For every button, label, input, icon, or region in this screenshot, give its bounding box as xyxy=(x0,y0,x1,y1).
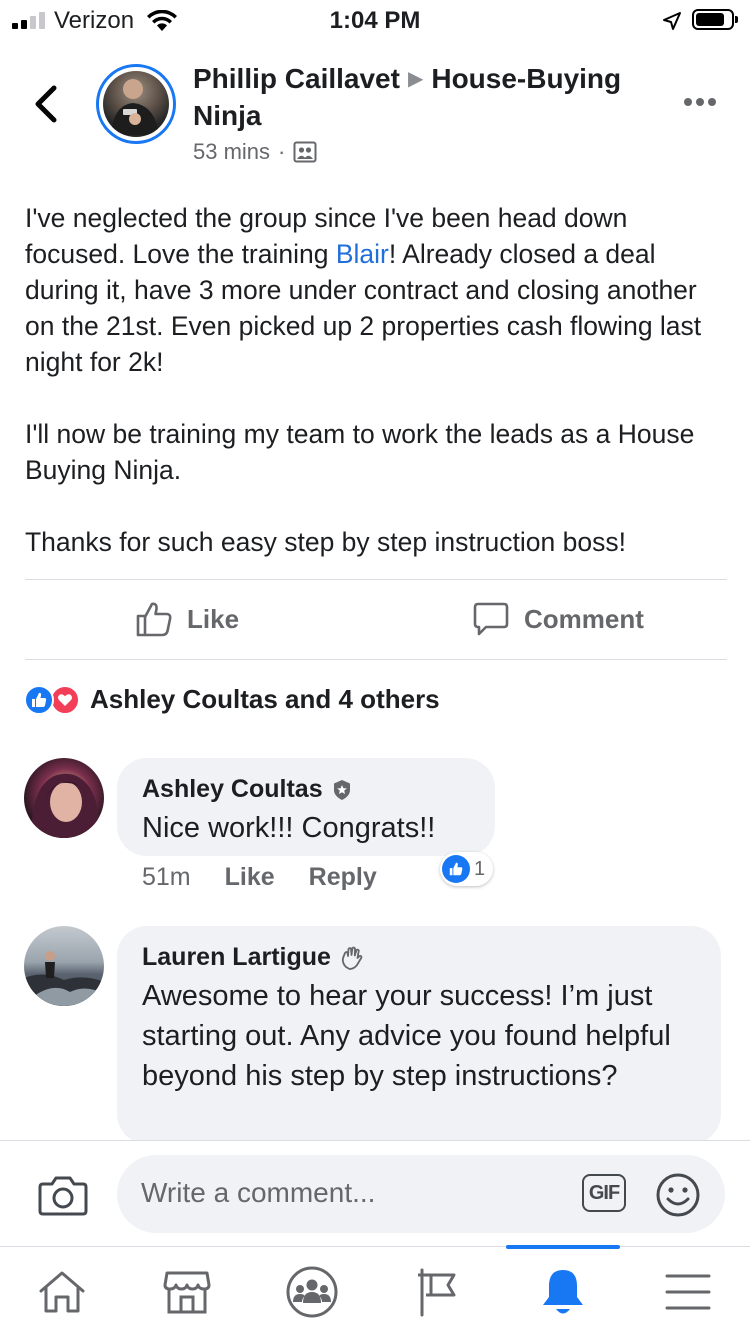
reaction-count: 1 xyxy=(474,857,486,880)
comment-meta: 51m Like Reply xyxy=(142,863,377,892)
comment-button[interactable]: Comment xyxy=(472,600,644,638)
comment-composer: Write a comment... GIF xyxy=(0,1140,750,1247)
tab-notifications[interactable] xyxy=(533,1265,593,1319)
like-reaction-icon xyxy=(24,684,54,715)
post-title: Phillip Caillavet ▶ House-Buying Ninja xyxy=(193,62,663,133)
comment-author-name[interactable]: Lauren Lartigue xyxy=(142,943,331,972)
author-name[interactable]: Phillip Caillavet xyxy=(193,63,400,94)
post-paragraph: Thanks for such easy step by step instru… xyxy=(25,527,626,557)
arrow-icon: ▶ xyxy=(407,68,424,90)
comment-like-button[interactable]: Like xyxy=(225,863,275,892)
comment-author[interactable]: Ashley Coultas xyxy=(142,775,353,804)
post-paragraph: I've neglected the group since I've been… xyxy=(25,200,730,380)
status-bar: Verizon 1:04 PM xyxy=(0,0,750,40)
active-tab-indicator xyxy=(506,1245,620,1249)
comment-reaction-count[interactable]: 1 xyxy=(440,852,494,886)
comment-author[interactable]: Lauren Lartigue xyxy=(142,943,365,972)
group-privacy-icon xyxy=(293,141,317,163)
divider xyxy=(25,579,727,580)
post-paragraph: I'll now be training my team to work the… xyxy=(25,419,695,485)
author-avatar[interactable] xyxy=(96,64,176,144)
clock: 1:04 PM xyxy=(329,7,421,34)
like-reaction-icon xyxy=(442,855,470,883)
like-thumb-icon xyxy=(136,602,172,637)
post-meta: 53 mins · xyxy=(193,139,663,165)
post-header: Phillip Caillavet ▶ House-Buying Ninja 53 … xyxy=(193,62,663,165)
emoji-icon[interactable] xyxy=(655,1172,701,1218)
reactions-text: Ashley Coultas and 4 others xyxy=(90,684,440,714)
back-chevron-icon[interactable] xyxy=(30,82,62,126)
comment-time[interactable]: 51m xyxy=(142,863,191,892)
post-timestamp[interactable]: 53 mins xyxy=(193,139,270,165)
marketplace-icon xyxy=(163,1271,211,1314)
comment-text: Awesome to hear your success! I’m just s… xyxy=(142,980,671,1092)
tab-groups[interactable] xyxy=(282,1265,342,1319)
pages-flag-icon xyxy=(418,1268,456,1317)
bottom-tab-bar xyxy=(0,1245,750,1335)
post-body: I've neglected the group since I've been… xyxy=(25,200,730,596)
more-dots-icon[interactable] xyxy=(684,98,716,106)
menu-icon xyxy=(665,1274,711,1310)
tab-home[interactable] xyxy=(32,1265,92,1319)
comment-input-placeholder: Write a comment... xyxy=(141,1177,376,1208)
mention-link[interactable]: Blair xyxy=(336,239,389,269)
location-icon xyxy=(663,12,681,30)
comment-input[interactable]: Write a comment... GIF xyxy=(117,1155,725,1233)
wave-hand-icon xyxy=(341,946,363,970)
comment-text: Nice work!!! Congrats!! xyxy=(142,812,436,844)
commenter-avatar[interactable] xyxy=(24,926,104,1006)
like-button[interactable]: Like xyxy=(135,600,239,638)
like-label: Like xyxy=(187,603,240,634)
comment-bubble-icon xyxy=(473,602,509,636)
tab-marketplace[interactable] xyxy=(157,1265,217,1319)
admin-badge-icon xyxy=(333,779,350,800)
camera-icon[interactable] xyxy=(38,1174,88,1216)
tab-pages[interactable] xyxy=(408,1265,468,1319)
love-reaction-icon xyxy=(50,684,80,715)
home-icon xyxy=(39,1271,85,1313)
reactions-summary[interactable]: Ashley Coultas and 4 others xyxy=(24,684,440,715)
gif-icon[interactable]: GIF xyxy=(582,1174,626,1212)
notifications-bell-icon xyxy=(543,1270,583,1314)
tab-menu[interactable] xyxy=(658,1265,718,1319)
groups-icon xyxy=(286,1266,338,1318)
comment-reply-button[interactable]: Reply xyxy=(309,863,377,892)
comment-label: Comment xyxy=(524,603,644,634)
commenter-avatar[interactable] xyxy=(24,758,104,838)
comment-author-name[interactable]: Ashley Coultas xyxy=(142,775,323,804)
divider xyxy=(25,659,727,660)
battery-icon xyxy=(692,9,738,30)
meta-separator: · xyxy=(278,139,286,164)
